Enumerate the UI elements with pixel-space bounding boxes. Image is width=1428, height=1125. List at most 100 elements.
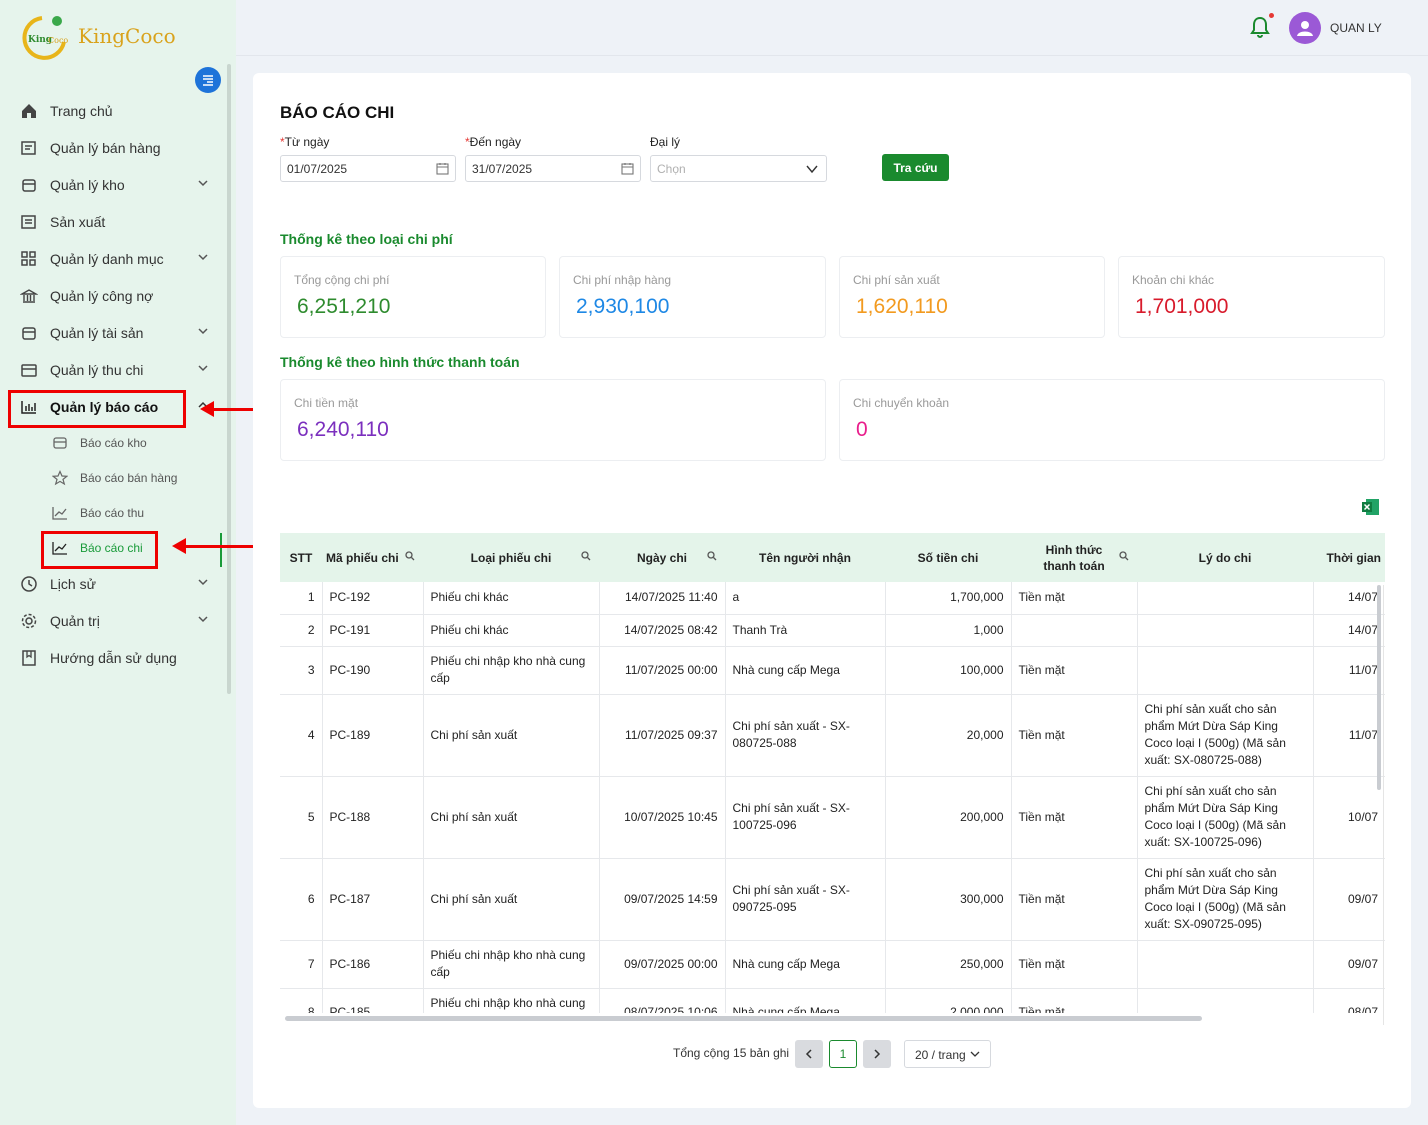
table-row[interactable]: 6 PC-187 Chi phí sản xuất 09/07/2025 14:59 C… — [280, 858, 1385, 941]
pagination-prev-button[interactable] — [795, 1040, 823, 1068]
stat-card-transfer: Chi chuyển khoản 0 — [839, 379, 1385, 461]
sidebar-item-assets[interactable]: Quản lý tài sản — [0, 314, 226, 351]
table-row[interactable]: 8PC-185Phiếu chi nhập kho nhà cung cấp08… — [280, 988, 1385, 1013]
col-header-date[interactable]: Ngày chi — [599, 533, 725, 582]
sidebar-item-production[interactable]: Sản xuất — [0, 203, 226, 240]
cell-payment: Tiền mặt — [1011, 694, 1138, 777]
cell-time: 14/07 — [1313, 582, 1385, 615]
cell-code: PC-190 — [322, 646, 424, 695]
cell-amount: 250,000 — [885, 940, 1012, 989]
col-header-payment[interactable]: Hình thức thanh toán — [1011, 533, 1137, 582]
search-icon[interactable] — [581, 551, 591, 561]
cell-stt: 7 — [280, 940, 323, 989]
excel-export-icon[interactable] — [1361, 498, 1380, 516]
from-date-value: 01/07/2025 — [287, 162, 348, 176]
col-header-code[interactable]: Mã phiếu chi — [322, 533, 423, 582]
cell-time: 08/07 — [1313, 988, 1385, 1013]
cell-type: Phiếu chi nhập kho nhà cung cấp — [423, 646, 600, 695]
stat-value: 1,701,000 — [1135, 295, 1229, 318]
sidebar-item-warehouse[interactable]: Quản lý kho — [0, 166, 226, 203]
chevron-down-icon — [198, 254, 208, 261]
cell-payment: Tiền mặt — [1011, 582, 1138, 615]
highlight-box-reports — [8, 390, 186, 428]
cell-payment: Tiền mặt — [1011, 646, 1138, 695]
table-row[interactable]: 4 PC-189 Chi phí sản xuất 11/07/2025 09:37 C… — [280, 694, 1385, 777]
table-horizontal-scrollbar[interactable] — [285, 1016, 1202, 1021]
collapse-menu-button[interactable] — [195, 67, 221, 93]
table-row[interactable]: 2 PC-191 Phiếu chi khác 14/07/2025 08:42 Tha… — [280, 614, 1385, 647]
search-icon[interactable] — [1119, 551, 1129, 561]
pagination-page-1[interactable]: 1 — [829, 1040, 857, 1068]
sidebar-scrollbar[interactable] — [227, 64, 231, 694]
sidebar-subitem-income-report[interactable]: Báo cáo thu — [0, 495, 226, 530]
sidebar-subitem-label: Báo cáo bán hàng — [80, 470, 178, 485]
table-row[interactable]: 1 PC-192 Phiếu chi khác 14/07/2025 11:40 a 1,… — [280, 582, 1385, 615]
cell-payment: Tiền mặt — [1011, 858, 1138, 941]
col-header-type[interactable]: Loại phiếu chi — [423, 533, 599, 582]
table-row[interactable]: 5 PC-188 Chi phí sản xuất 10/07/2025 10:45 C… — [280, 776, 1385, 859]
username[interactable]: QUAN LY — [1330, 21, 1382, 35]
cell-stt: 5 — [280, 776, 323, 859]
sidebar-item-history[interactable]: Lịch sử — [0, 565, 226, 602]
to-date-input[interactable]: 31/07/2025 — [465, 155, 641, 182]
sidebar-item-income-expense[interactable]: Quản lý thu chi — [0, 351, 226, 388]
avatar[interactable] — [1289, 12, 1321, 44]
line-chart-icon — [52, 505, 68, 521]
table-vertical-scrollbar[interactable] — [1377, 585, 1381, 790]
page-size-select[interactable]: 20 / trang — [904, 1040, 991, 1068]
cell-reason: Chi phí sản xuất cho sản phẩm Mứt Dừa Sá… — [1137, 694, 1314, 777]
grid-icon — [20, 250, 38, 268]
sidebar-item-admin[interactable]: Quản trị — [0, 602, 226, 639]
table-row[interactable]: 7 PC-186 Phiếu chi nhập kho nhà cung cấp 09… — [280, 940, 1385, 989]
search-button[interactable]: Tra cứu — [882, 154, 949, 181]
sidebar-item-label: Quản lý công nợ — [50, 287, 154, 304]
cell-time: 09/07 — [1313, 858, 1385, 941]
to-date-label: *Đến ngày — [465, 135, 522, 149]
agent-select[interactable]: Chọn — [650, 155, 827, 182]
cell-time: 11/07 — [1313, 694, 1385, 777]
pagination-next-button[interactable] — [863, 1040, 891, 1068]
sidebar-subitem-warehouse-report[interactable]: Báo cáo kho — [0, 425, 226, 460]
agent-label: Đại lý — [650, 135, 681, 149]
chevron-down-icon — [806, 165, 818, 174]
sidebar-item-sales[interactable]: Quản lý bán hàng — [0, 129, 226, 166]
sidebar-item-debt[interactable]: Quản lý công nợ — [0, 277, 226, 314]
cell-date: 10/07/2025 10:45 — [599, 776, 726, 859]
book-icon — [20, 649, 38, 667]
col-header-stt: STT — [280, 533, 322, 582]
sidebar-nav: Trang chủ Quản lý bán hàng Quản lý kho S… — [0, 92, 226, 676]
cell-reason — [1137, 988, 1314, 1013]
sidebar-subitem-sales-report[interactable]: Báo cáo bán hàng — [0, 460, 226, 495]
cell-date: 09/07/2025 00:00 — [599, 940, 726, 989]
cell-code: PC-192 — [322, 582, 424, 615]
chevron-right-icon — [874, 1049, 881, 1059]
cell-reason: Chi phí sản xuất cho sản phẩm Mứt Dừa Sá… — [1137, 858, 1314, 941]
cell-type: Chi phí sản xuất — [423, 694, 600, 777]
production-icon — [20, 213, 38, 231]
sidebar-item-label: Quản trị — [50, 612, 100, 629]
stat-label: Chi tiền mặt — [294, 396, 359, 410]
search-icon[interactable] — [707, 551, 717, 561]
chevron-down-icon — [198, 616, 208, 623]
cell-time: 11/07 — [1313, 646, 1385, 695]
notification-bell-icon[interactable] — [1250, 16, 1270, 38]
brand-logo[interactable]: King Coco KingCoco — [20, 12, 176, 60]
col-header-amount: Số tiền chi — [885, 533, 1011, 582]
col-header-time: Thời gian — [1313, 533, 1385, 582]
cell-time: 09/07 — [1313, 940, 1385, 989]
bank-icon — [20, 287, 38, 305]
cell-reason: Chi phí sản xuất cho sản phẩm Mứt Dừa Sá… — [1137, 776, 1314, 859]
sidebar-item-catalog[interactable]: Quản lý danh mục — [0, 240, 226, 277]
page-size-value: 20 / trang — [915, 1048, 966, 1062]
search-icon[interactable] — [405, 551, 415, 561]
cell-stt: 1 — [280, 582, 323, 615]
cell-date: 14/07/2025 08:42 — [599, 614, 726, 647]
table-row[interactable]: 3 PC-190 Phiếu chi nhập kho nhà cung cấp 11… — [280, 646, 1385, 695]
sidebar-item-home[interactable]: Trang chủ — [0, 92, 226, 129]
sidebar-item-label: Quản lý tài sản — [50, 324, 144, 341]
from-date-input[interactable]: 01/07/2025 — [280, 155, 456, 182]
col-header-recipient: Tên người nhận — [725, 533, 885, 582]
sidebar-item-guide[interactable]: Hướng dẫn sử dụng — [0, 639, 226, 676]
cell-recipient: a — [725, 582, 886, 615]
cell-date: 14/07/2025 11:40 — [599, 582, 726, 615]
